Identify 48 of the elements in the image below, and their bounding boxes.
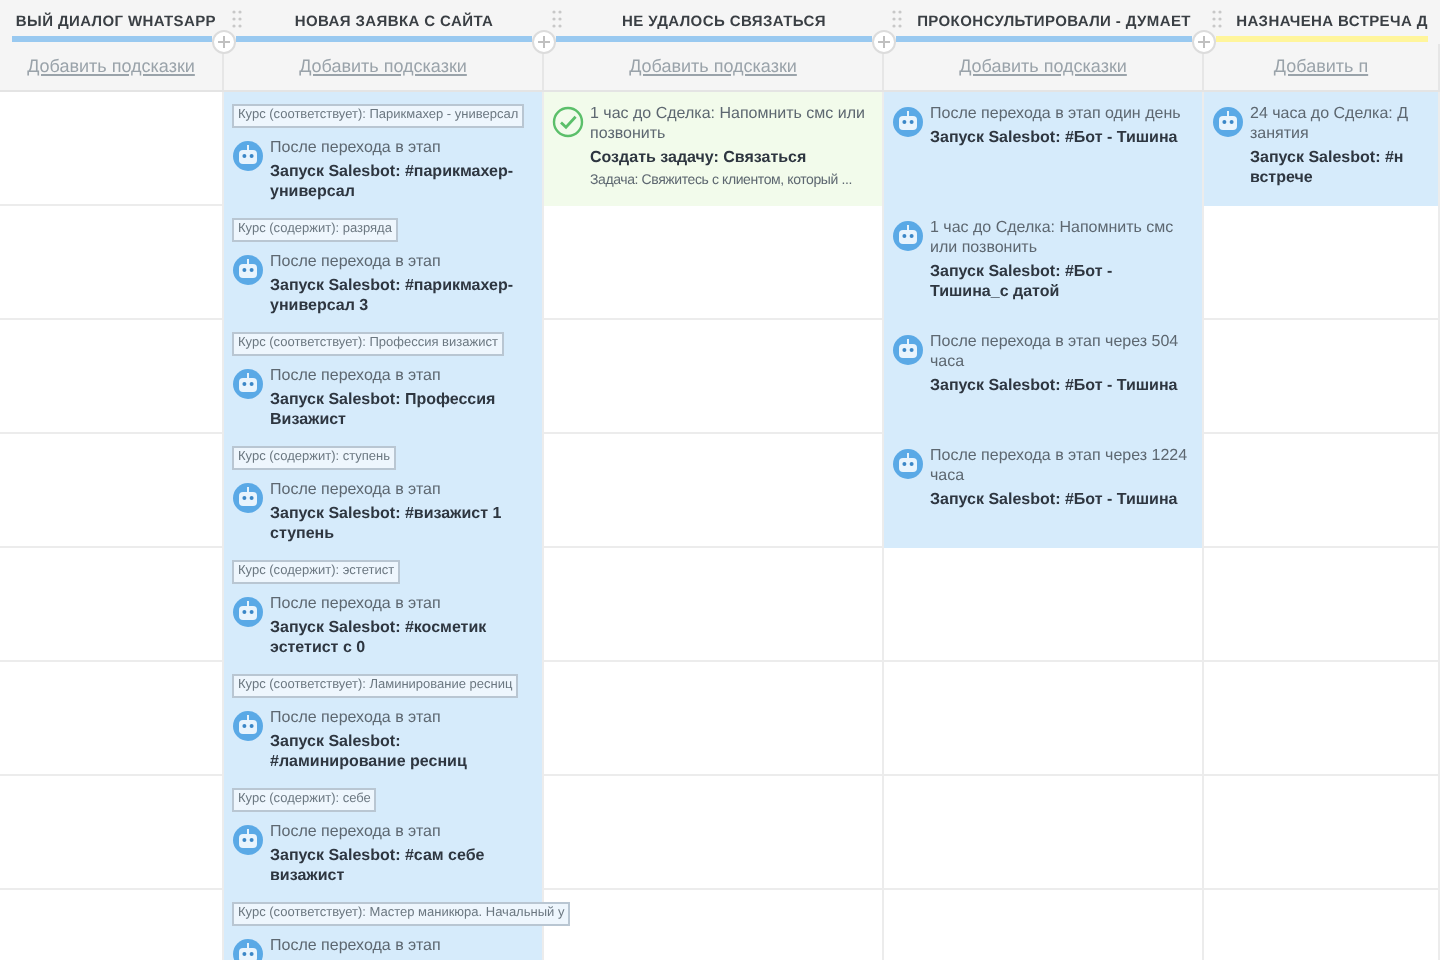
plus-icon[interactable]	[212, 30, 236, 54]
robot-icon	[232, 254, 264, 286]
robot-icon	[232, 482, 264, 514]
drag-handle-icon[interactable]	[1212, 10, 1222, 28]
action-text: Запуск Salesbot: #визажист 1 ступень	[270, 504, 504, 544]
check-circle-icon	[552, 106, 584, 138]
drag-handle-icon[interactable]	[232, 10, 242, 28]
robot-icon	[232, 824, 264, 856]
robot-icon	[232, 140, 264, 172]
trigger-text: После перехода в этап	[270, 480, 441, 500]
action-text: Запуск Salesbot: #парикмахер-универсал	[270, 162, 515, 202]
plus-icon[interactable]	[872, 30, 896, 54]
trigger-text: После перехода в этап	[270, 708, 441, 728]
robot-icon	[892, 334, 924, 366]
trigger-text: После перехода в этап	[270, 252, 441, 272]
action-text: Запуск Salesbot: #Бот - Тишина	[930, 490, 1178, 510]
action-text: Запуск Salesbot: #Бот - Тишина	[930, 128, 1178, 148]
trigger-text: После перехода в этап через 504 часа	[930, 332, 1181, 372]
trigger-text: После перехода в этап	[270, 594, 441, 614]
robot-icon	[892, 106, 924, 138]
action-text: Запуск Salesbot: Профессия Визажист	[270, 390, 498, 430]
action-text: Запуск Salesbot: #Бот - Тишина_с датой	[930, 262, 1115, 302]
trigger-text: 1 час до Сделка: Напомнить смс или позвонить	[590, 104, 867, 144]
robot-icon	[1212, 106, 1244, 138]
trigger-text: После перехода в этап	[270, 822, 441, 842]
trigger-text: После перехода в этап	[270, 366, 441, 386]
robot-icon	[892, 220, 924, 252]
robot-icon	[232, 368, 264, 400]
action-text: Запуск Salesbot: #сам себе визажист	[270, 846, 487, 886]
trigger-text: После перехода в этап	[270, 936, 441, 956]
trigger-text: После перехода в этап через 1224 часа	[930, 446, 1190, 486]
action-text: Запуск Salesbot: #Бот - Тишина	[930, 376, 1178, 396]
action-text: Запуск Salesbot: #ламинирование ресниц	[270, 732, 469, 772]
trigger-text: 1 час до Сделка: Напомнить смс или позвонить	[930, 218, 1176, 258]
drag-handle-icon[interactable]	[552, 10, 562, 28]
trigger-text: После перехода в этап один день	[930, 104, 1181, 124]
drag-handle-icon[interactable]	[892, 10, 902, 28]
trigger-text: После перехода в этап	[270, 138, 441, 158]
action-text: Запуск Salesbot: #косметик эстетист с 0	[270, 618, 489, 658]
robot-icon	[232, 710, 264, 742]
robot-icon	[892, 448, 924, 480]
plus-icon[interactable]	[1192, 30, 1216, 54]
plus-icon[interactable]	[532, 30, 556, 54]
action-text: Запуск Salesbot: #парикмахер-универсал 3	[270, 276, 515, 316]
trigger-text: 24 часа до Сделка: Д занятия	[1250, 104, 1409, 144]
action-text: Запуск Salesbot: #н встрече	[1250, 148, 1404, 188]
action-text: Создать задачу: Связаться	[590, 148, 807, 168]
robot-icon	[232, 596, 264, 628]
